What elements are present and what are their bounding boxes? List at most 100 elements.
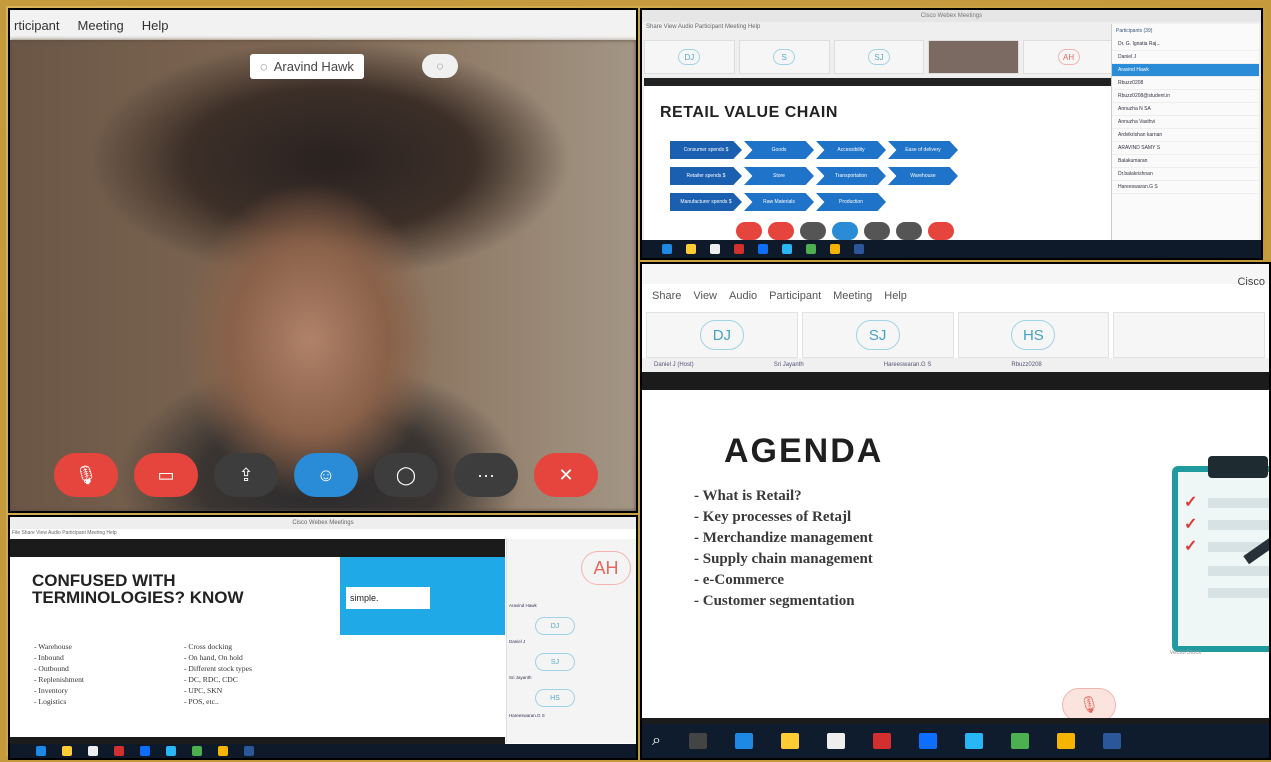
avatar[interactable]: SJ <box>535 653 575 671</box>
menu-participant[interactable]: rticipant <box>14 18 60 33</box>
thumbnail-sj[interactable]: SJ <box>801 312 954 358</box>
thumbnail-dj[interactable]: DJ <box>644 40 735 74</box>
term-item: - On hand, On hold <box>184 653 243 662</box>
participant-name: Daniel J (Host) <box>654 362 694 368</box>
menu-help[interactable]: Help <box>884 290 907 302</box>
more-options-button[interactable] <box>896 222 922 240</box>
participants-button[interactable] <box>832 222 858 240</box>
app-icon[interactable] <box>782 244 792 254</box>
share-button[interactable]: ⇪ <box>214 453 278 497</box>
mute-button[interactable]: 🎙 <box>1062 688 1116 722</box>
stop-video-button[interactable]: ▭ <box>134 453 198 497</box>
edge-icon[interactable] <box>734 733 753 749</box>
mail-icon[interactable] <box>918 733 937 749</box>
mute-button[interactable] <box>736 222 762 240</box>
folder-icon[interactable] <box>780 733 799 749</box>
antivirus-icon[interactable] <box>872 733 891 749</box>
participant-item-selected[interactable]: Aravind Hawk <box>1112 64 1259 77</box>
chat-button[interactable] <box>864 222 890 240</box>
participant-name: Dr.balakrishnan <box>1118 171 1153 177</box>
thumbnail-hs[interactable]: HS <box>957 312 1110 358</box>
menu-bar[interactable]: Share View Audio Participant Meeting Hel… <box>646 24 760 30</box>
participant-name[interactable]: Aravind Hawk <box>509 603 609 608</box>
participant-item[interactable]: Rbuzz0208 <box>1112 77 1259 90</box>
checklist-line <box>1208 498 1269 508</box>
chrome-icon[interactable] <box>1056 733 1075 749</box>
stop-video-button[interactable] <box>768 222 794 240</box>
menu-meeting[interactable]: Meeting <box>833 290 872 302</box>
thumbnail-dj[interactable]: DJ <box>646 312 798 358</box>
participant-item[interactable]: Balakumaran <box>1112 155 1259 168</box>
app-icon[interactable] <box>964 733 983 749</box>
thumbnail-sj[interactable]: SJ <box>833 40 925 74</box>
search-icon[interactable]: ⌕ <box>652 732 661 750</box>
term-item: - Outbound <box>34 664 69 673</box>
menu-share[interactable]: Share <box>652 290 681 302</box>
thumbnail-ah[interactable]: AH <box>1023 40 1114 74</box>
store-icon[interactable] <box>88 746 98 756</box>
store-icon[interactable] <box>710 244 720 254</box>
menu-audio[interactable]: Audio <box>729 290 757 302</box>
slide-top-bar <box>642 372 1269 390</box>
participants-panel: Participants (39) Dr. G. Ignatia Raj... … <box>1111 24 1259 246</box>
leave-meeting-button[interactable]: ✕ <box>534 453 598 497</box>
edge-icon[interactable] <box>36 746 46 756</box>
term-item: - DC, RDC, CDC <box>184 675 238 684</box>
antivirus-icon[interactable] <box>114 746 124 756</box>
more-options-button[interactable]: ··· <box>454 453 518 497</box>
participant-name[interactable]: Daniel J <box>509 639 609 644</box>
participant-item[interactable]: Dr. G. Ignatia Raj... <box>1112 38 1259 51</box>
word-icon[interactable] <box>244 746 254 756</box>
menu-participant[interactable]: Participant <box>769 290 821 302</box>
participant-item[interactable]: Annuzha Vasthvi <box>1112 116 1259 129</box>
chrome-icon[interactable] <box>830 244 840 254</box>
webex-icon[interactable] <box>806 244 816 254</box>
folder-icon[interactable] <box>62 746 72 756</box>
mail-icon[interactable] <box>758 244 768 254</box>
thumbnail-video[interactable] <box>928 40 1020 74</box>
participants-header: Participants (39) <box>1116 28 1153 34</box>
chrome-icon[interactable] <box>218 746 228 756</box>
switch-camera-button[interactable]: ◌ <box>422 54 458 78</box>
avatar[interactable]: DJ <box>535 617 575 635</box>
menu-bar[interactable]: File Share View Audio Participant Meetin… <box>12 530 117 536</box>
webex-icon[interactable] <box>192 746 202 756</box>
participant-item[interactable]: ARAVIND SAMY S <box>1112 142 1259 155</box>
webex-icon[interactable] <box>1010 733 1029 749</box>
avatar[interactable]: HS <box>535 689 575 707</box>
word-icon[interactable] <box>854 244 864 254</box>
participant-item[interactable]: Dr.balakrishnan <box>1112 168 1259 181</box>
antivirus-icon[interactable] <box>734 244 744 254</box>
menu-meeting[interactable]: Meeting <box>78 18 124 33</box>
store-icon[interactable] <box>826 733 845 749</box>
participant-item[interactable]: Rbuzz0208@student.in <box>1112 90 1259 103</box>
check-icon: ✓ <box>1184 538 1198 555</box>
agenda-item: Customer segmentation <box>694 591 873 612</box>
chat-button[interactable]: ◯ <box>374 453 438 497</box>
app-icon[interactable] <box>166 746 176 756</box>
task-view-icon[interactable] <box>688 733 707 749</box>
mail-icon[interactable] <box>140 746 150 756</box>
edge-icon[interactable] <box>662 244 672 254</box>
menu-view[interactable]: View <box>693 290 717 302</box>
participant-item[interactable]: Annuzha N SA <box>1112 103 1259 116</box>
participant-item[interactable]: Daniel J <box>1112 51 1259 64</box>
participant-name[interactable]: Sri Jayanth <box>509 675 609 680</box>
menu-bar: rticipant Meeting Help <box>10 10 636 40</box>
folder-icon[interactable] <box>686 244 696 254</box>
word-icon[interactable] <box>1102 733 1121 749</box>
mute-button[interactable]: 🎙 <box>54 453 118 497</box>
participant-name[interactable]: Hareeswaran.G S <box>509 713 609 718</box>
menu-help[interactable]: Help <box>142 18 169 33</box>
share-button[interactable] <box>800 222 826 240</box>
term-item: - Replenishment <box>34 675 84 684</box>
participant-item[interactable]: Hareeswaran.G S <box>1112 181 1259 194</box>
participants-button[interactable]: ☺ <box>294 453 358 497</box>
avatar[interactable]: AH <box>581 551 631 585</box>
thumbnail-s[interactable]: S <box>738 40 830 74</box>
participant-item[interactable]: Ardvikrishan karnan <box>1112 129 1259 142</box>
leave-meeting-button[interactable] <box>928 222 954 240</box>
participant-name: Sri Jayanth <box>773 362 804 368</box>
thumbnail-more[interactable] <box>1113 312 1265 358</box>
share-icon: ⇪ <box>238 464 254 485</box>
